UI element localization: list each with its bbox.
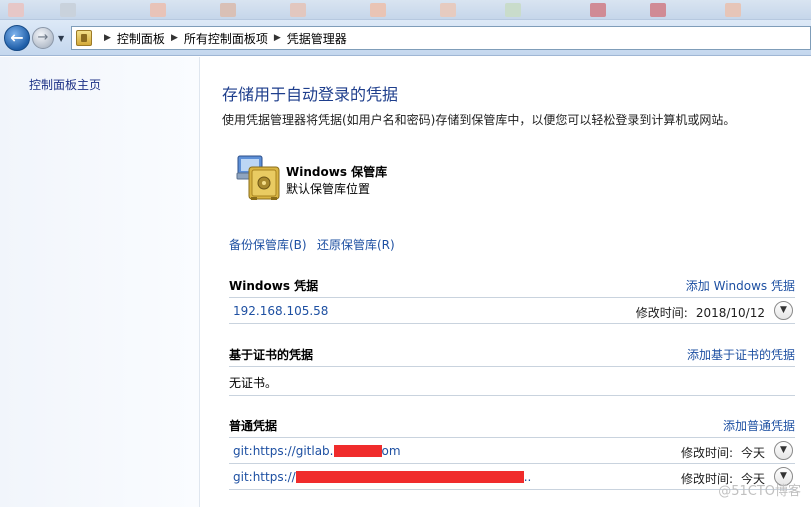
- taskbar-strip: [0, 0, 811, 20]
- credential-row[interactable]: 192.168.105.58 修改时间: 2018/10/12 ▼: [229, 298, 795, 324]
- taskbar-app-icon[interactable]: [290, 3, 306, 17]
- modified-label: 修改时间:: [680, 446, 733, 460]
- main-content: 存储用于自动登录的凭据 使用凭据管理器将凭据(如用户名和密码)存储到保管库中，以…: [201, 57, 811, 507]
- no-certificates-text: 无证书。: [229, 376, 278, 390]
- certificate-credentials-heading: 基于证书的凭据: [229, 348, 314, 362]
- expand-chevron-icon[interactable]: ▼: [774, 301, 793, 320]
- address-bar[interactable]: ▶ 控制面板 ▶ 所有控制面板项 ▶ 凭据管理器: [71, 26, 811, 50]
- credential-row[interactable]: git:https://gitlab. om 修改时间: 今天 ▼: [229, 438, 795, 464]
- taskbar-app-icon[interactable]: [220, 3, 236, 17]
- breadcrumb-item[interactable]: 所有控制面板项: [184, 30, 268, 47]
- credential-row[interactable]: git:https://.. 修改时间: 今天 ▼: [229, 464, 795, 490]
- page-description: 使用凭据管理器将凭据(如用户名和密码)存储到保管库中，以便您可以轻松登录到计算机…: [222, 113, 736, 127]
- modified-label: 修改时间:: [635, 306, 688, 320]
- credential-name-suffix: ..: [523, 470, 532, 484]
- generic-credentials-heading: 普通凭据: [229, 419, 278, 433]
- page-title: 存储用于自动登录的凭据: [222, 85, 399, 104]
- taskbar-app-icon[interactable]: [370, 3, 386, 17]
- add-generic-credential-link[interactable]: 添加普通凭据: [723, 417, 795, 434]
- add-certificate-credential-link[interactable]: 添加基于证书的凭据: [687, 346, 795, 363]
- breadcrumb-arrow-icon[interactable]: ▶: [274, 33, 281, 43]
- expand-chevron-icon[interactable]: ▼: [774, 441, 793, 460]
- credential-modified: 修改时间: 2018/10/12: [636, 304, 765, 321]
- watermark: @51CTO博客: [718, 484, 801, 499]
- navigation-bar: ← → ▼ ▶ 控制面板 ▶ 所有控制面板项 ▶ 凭据管理器: [0, 20, 811, 56]
- taskbar-app-icon[interactable]: [150, 3, 166, 17]
- taskbar-app-icon[interactable]: [590, 3, 606, 17]
- credential-name-suffix: om: [381, 444, 401, 458]
- credential-name-prefix: git:https://gitlab.: [233, 444, 334, 458]
- breadcrumb-arrow-icon[interactable]: ▶: [171, 33, 178, 43]
- recent-pages-chevron-icon[interactable]: ▼: [58, 34, 64, 43]
- modified-value: 今天: [740, 446, 765, 460]
- left-pane: 控制面板主页: [0, 57, 200, 507]
- add-windows-credential-link[interactable]: 添加 Windows 凭据: [686, 277, 795, 294]
- section-divider: [229, 395, 795, 396]
- redaction-block: [295, 471, 524, 483]
- credential-name[interactable]: git:https://..: [233, 470, 531, 484]
- modified-value: 2018/10/12: [695, 306, 765, 320]
- credential-name[interactable]: 192.168.105.58: [233, 304, 328, 318]
- vault-safe-icon: [236, 155, 280, 200]
- taskbar-app-icon[interactable]: [60, 3, 76, 17]
- section-divider: [229, 366, 795, 367]
- breadcrumb-item[interactable]: 控制面板: [117, 30, 165, 47]
- control-panel-home-link[interactable]: 控制面板主页: [29, 76, 101, 93]
- restore-vault-link[interactable]: 还原保管库(R): [317, 236, 395, 253]
- vault-subtitle: 默认保管库位置: [286, 182, 371, 196]
- credential-modified: 修改时间: 今天: [681, 444, 765, 461]
- vault-name[interactable]: Windows 保管库: [286, 163, 387, 180]
- breadcrumb-item[interactable]: 凭据管理器: [287, 30, 347, 47]
- control-panel-icon: [76, 30, 92, 46]
- taskbar-app-icon[interactable]: [440, 3, 456, 17]
- redaction-block: [333, 445, 382, 457]
- backup-vault-link[interactable]: 备份保管库(B): [229, 236, 307, 253]
- taskbar-app-icon[interactable]: [725, 3, 741, 17]
- taskbar-app-icon[interactable]: [8, 3, 24, 17]
- taskbar-app-icon[interactable]: [505, 3, 521, 17]
- credential-name-prefix: git:https://: [233, 470, 296, 484]
- back-arrow-icon[interactable]: ←: [4, 25, 30, 51]
- breadcrumb-arrow-icon[interactable]: ▶: [104, 33, 111, 43]
- forward-arrow-icon[interactable]: →: [32, 27, 54, 49]
- windows-credentials-heading: Windows 凭据: [229, 279, 319, 293]
- credential-name[interactable]: git:https://gitlab. om: [233, 444, 401, 458]
- taskbar-app-icon[interactable]: [650, 3, 666, 17]
